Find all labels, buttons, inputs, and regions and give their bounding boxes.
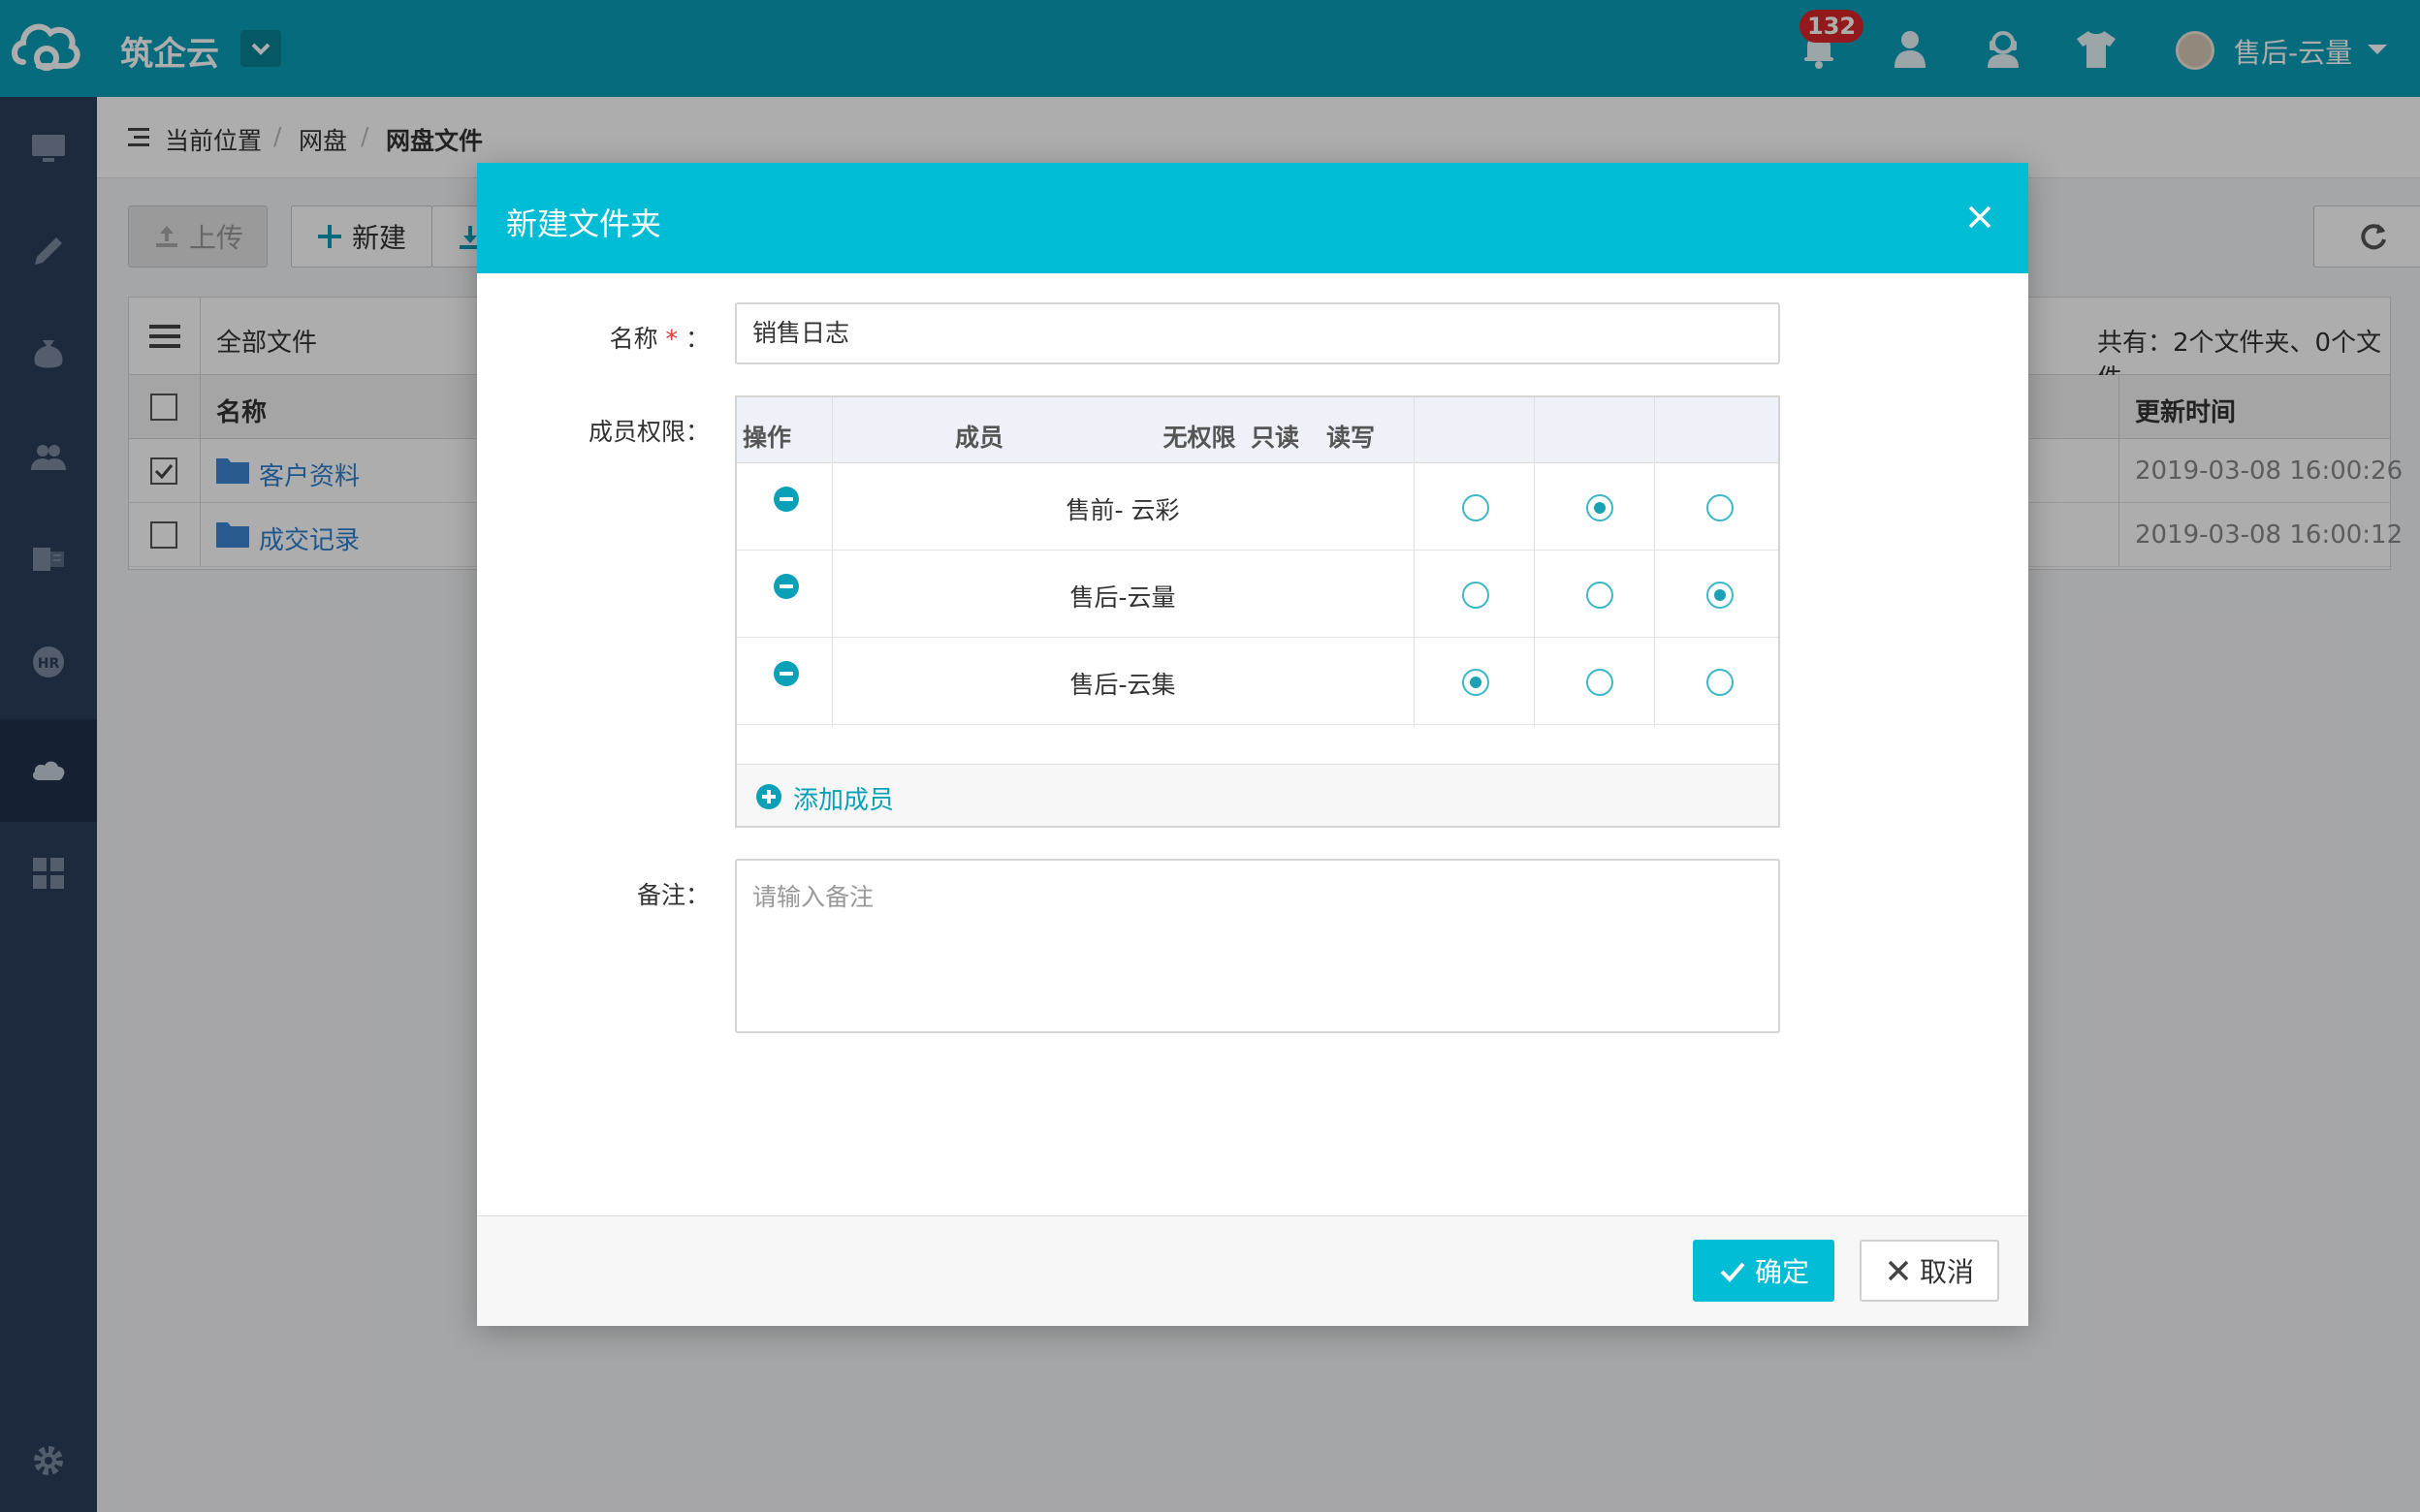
member-row: 售前- 云彩	[737, 463, 1778, 551]
radio-read-write[interactable]	[1706, 582, 1734, 609]
member-row: 售后-云量	[737, 551, 1778, 638]
radio-read-only[interactable]	[1586, 669, 1613, 696]
column-header-read-only: 只读	[1250, 424, 1299, 452]
column-divider	[1534, 397, 1535, 727]
cancel-button[interactable]: 取消	[1860, 1240, 1999, 1302]
name-field-label: 名称 * ：	[477, 320, 710, 355]
radio-no-access[interactable]	[1462, 669, 1489, 696]
member-name: 售后-云集	[1069, 671, 1176, 699]
required-mark: *	[665, 325, 679, 353]
radio-read-write[interactable]	[1706, 669, 1734, 696]
radio-no-access[interactable]	[1462, 494, 1489, 521]
column-header-action: 操作	[742, 424, 791, 452]
close-icon[interactable]	[1964, 202, 1995, 233]
name-label-text: 名称	[609, 325, 658, 353]
member-name: 售后-云量	[1069, 583, 1176, 612]
folder-name-input[interactable]: 销售日志	[735, 302, 1780, 364]
confirm-label: 确定	[1754, 1256, 1809, 1288]
dialog-footer: 确定 取消	[477, 1215, 2028, 1326]
add-circle-icon[interactable]	[756, 784, 781, 809]
member-permission-table: 操作 成员 无权限 只读 读写 售前- 云彩 售后-云量 售后-云集 添加成员	[735, 395, 1780, 828]
close-icon	[1888, 1260, 1909, 1281]
remark-textarea[interactable]: 请输入备注	[735, 859, 1780, 1033]
add-member-bar: 添加成员	[737, 764, 1778, 826]
column-divider	[832, 397, 833, 727]
new-folder-dialog: 新建文件夹 名称 * ： 销售日志 成员权限： 操作 成员 无权限 只读 读写 …	[477, 163, 2028, 1326]
dialog-header: 新建文件夹	[477, 163, 2028, 273]
radio-no-access[interactable]	[1462, 582, 1489, 609]
permission-table-header: 操作 成员 无权限 只读 读写	[737, 397, 1778, 463]
cancel-label: 取消	[1919, 1256, 1974, 1288]
check-icon	[1720, 1262, 1745, 1282]
member-name: 售前- 云彩	[1066, 496, 1180, 524]
radio-read-write[interactable]	[1706, 494, 1734, 521]
radio-read-only[interactable]	[1586, 494, 1613, 521]
members-label: 成员权限：	[588, 418, 710, 446]
column-divider	[1654, 397, 1655, 727]
column-header-member: 成员	[954, 424, 1003, 452]
column-header-read-write: 读写	[1325, 424, 1375, 452]
dialog-title: 新建文件夹	[506, 205, 662, 242]
confirm-button[interactable]: 确定	[1693, 1240, 1834, 1302]
radio-read-only[interactable]	[1586, 582, 1613, 609]
column-divider	[1414, 397, 1415, 727]
remove-member-icon[interactable]	[774, 487, 799, 512]
column-header-no-access: 无权限	[1162, 424, 1236, 452]
member-row: 售后-云集	[737, 638, 1778, 725]
remove-member-icon[interactable]	[774, 574, 799, 599]
remove-member-icon[interactable]	[774, 661, 799, 686]
name-label-colon: ：	[685, 325, 710, 353]
add-member-link[interactable]: 添加成员	[793, 780, 894, 816]
remark-label: 备注：	[636, 881, 710, 909]
